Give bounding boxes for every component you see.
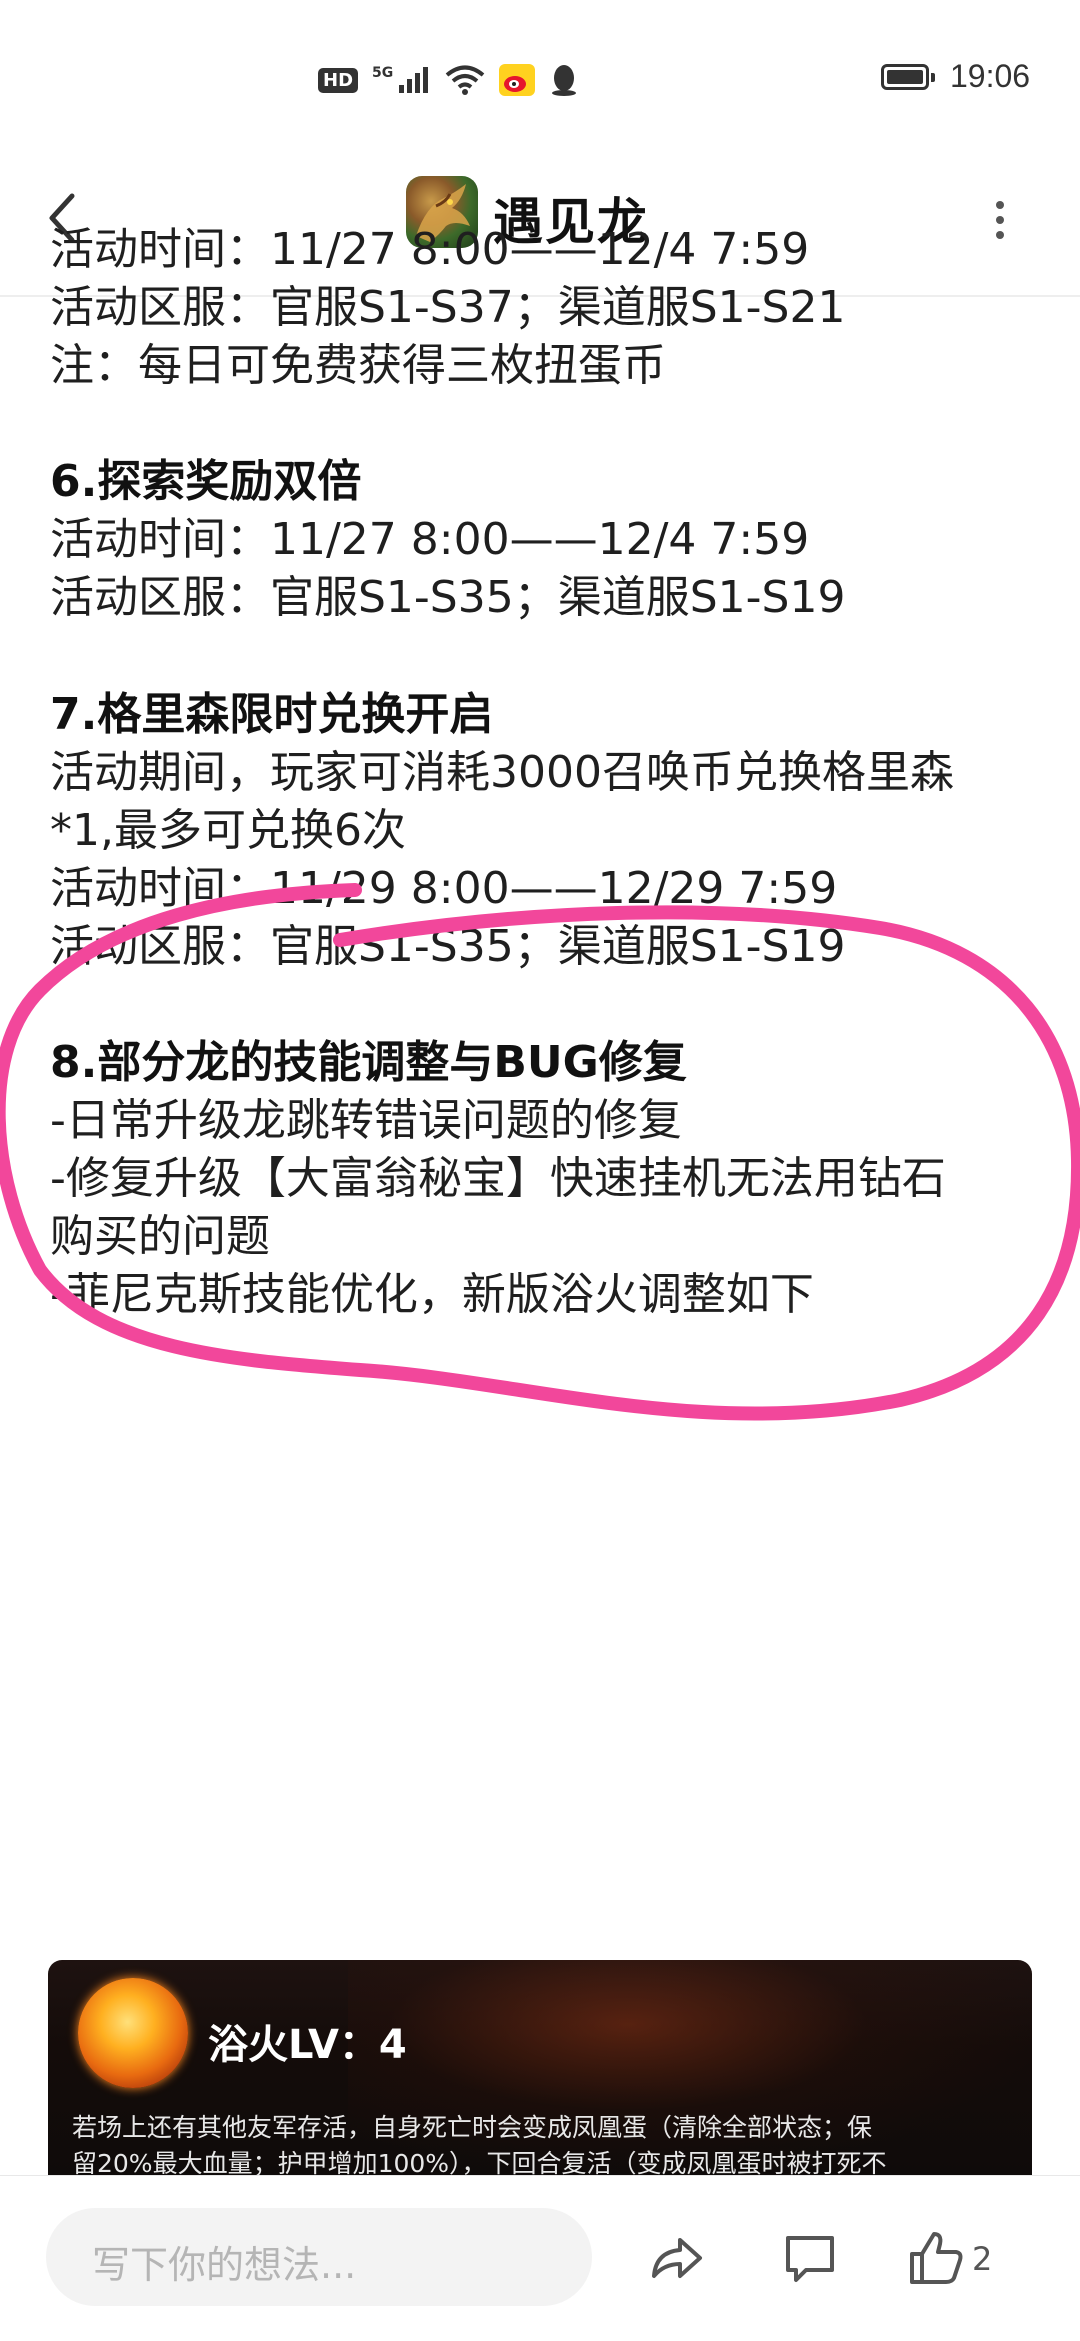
event-server-line: 活动区服：官服S1-S37；渠道服S1-S21 xyxy=(50,282,846,333)
changelog-line: -日常升级龙跳转错误问题的修复 xyxy=(50,1095,682,1146)
clock: 19:06 xyxy=(950,58,1031,94)
status-bar: HD 5G 19:06 xyxy=(0,0,1080,150)
skill-title: 浴火LV：4 xyxy=(208,2022,407,2068)
event-time-line: 活动时间：11/29 8:00——12/29 7:59 xyxy=(50,863,838,914)
like-count: 2 xyxy=(972,2240,993,2278)
section-heading-6: 6.探索奖励双倍 xyxy=(50,456,362,507)
wifi-icon xyxy=(445,65,485,95)
signal-icon xyxy=(399,67,429,93)
event-time-line: 活动时间：11/27 8:00——12/4 7:59 xyxy=(50,224,810,275)
skill-description-line: 留20%最大血量；护甲增加100%），下回合复活（变成凤凰蛋时被打死不 xyxy=(72,2149,887,2175)
changelog-line: 购买的问题 xyxy=(50,1211,270,1262)
skill-description-line: 若场上还有其他友军存活，自身死亡时会变成凤凰蛋（清除全部状态；保 xyxy=(72,2113,873,2142)
event-server-line: 活动区服：官服S1-S35；渠道服S1-S19 xyxy=(50,921,846,972)
event-server-line: 活动区服：官服S1-S35；渠道服S1-S19 xyxy=(50,572,846,623)
network-type-label: 5G xyxy=(372,65,394,81)
skill-description: 若场上还有其他友军存活，自身死亡时会变成凤凰蛋（清除全部状态；保 留20%最大血… xyxy=(72,2110,1022,2175)
like-icon[interactable] xyxy=(906,2228,966,2288)
phoenix-skill-icon xyxy=(78,1978,188,2088)
skill-screenshot-image[interactable]: 浴火LV：4 若场上还有其他友军存活，自身死亡时会变成凤凰蛋（清除全部状态；保 … xyxy=(48,1960,1032,2175)
qq-icon xyxy=(552,65,577,96)
bottom-action-bar: 写下你的想法... 2 xyxy=(0,2175,1080,2341)
more-dots-icon[interactable] xyxy=(985,195,1015,245)
event-description-line: *1,最多可兑换6次 xyxy=(50,805,406,856)
section-heading-7: 7.格里森限时兑换开启 xyxy=(50,689,494,740)
changelog-line: -菲尼克斯技能优化，新版浴火调整如下 xyxy=(50,1269,814,1320)
comment-placeholder: 写下你的想法... xyxy=(92,2243,357,2287)
section-heading-8: 8.部分龙的技能调整与BUG修复 xyxy=(50,1037,687,1088)
event-note-line: 注：每日可免费获得三枚扭蛋币 xyxy=(50,340,666,391)
weibo-icon xyxy=(499,64,536,96)
comment-icon[interactable] xyxy=(780,2228,840,2288)
event-description-line: 活动期间，玩家可消耗3000召唤币兑换格里森 xyxy=(50,747,954,798)
changelog-line: -修复升级【大富翁秘宝】快速挂机无法用钻石 xyxy=(50,1153,946,1204)
event-time-line: 活动时间：11/27 8:00——12/4 7:59 xyxy=(50,514,810,565)
share-icon[interactable] xyxy=(646,2228,706,2288)
hd-badge: HD xyxy=(318,67,359,93)
battery-icon xyxy=(881,64,935,90)
comment-input[interactable]: 写下你的想法... xyxy=(46,2208,592,2306)
status-icons: HD 5G xyxy=(318,60,579,100)
